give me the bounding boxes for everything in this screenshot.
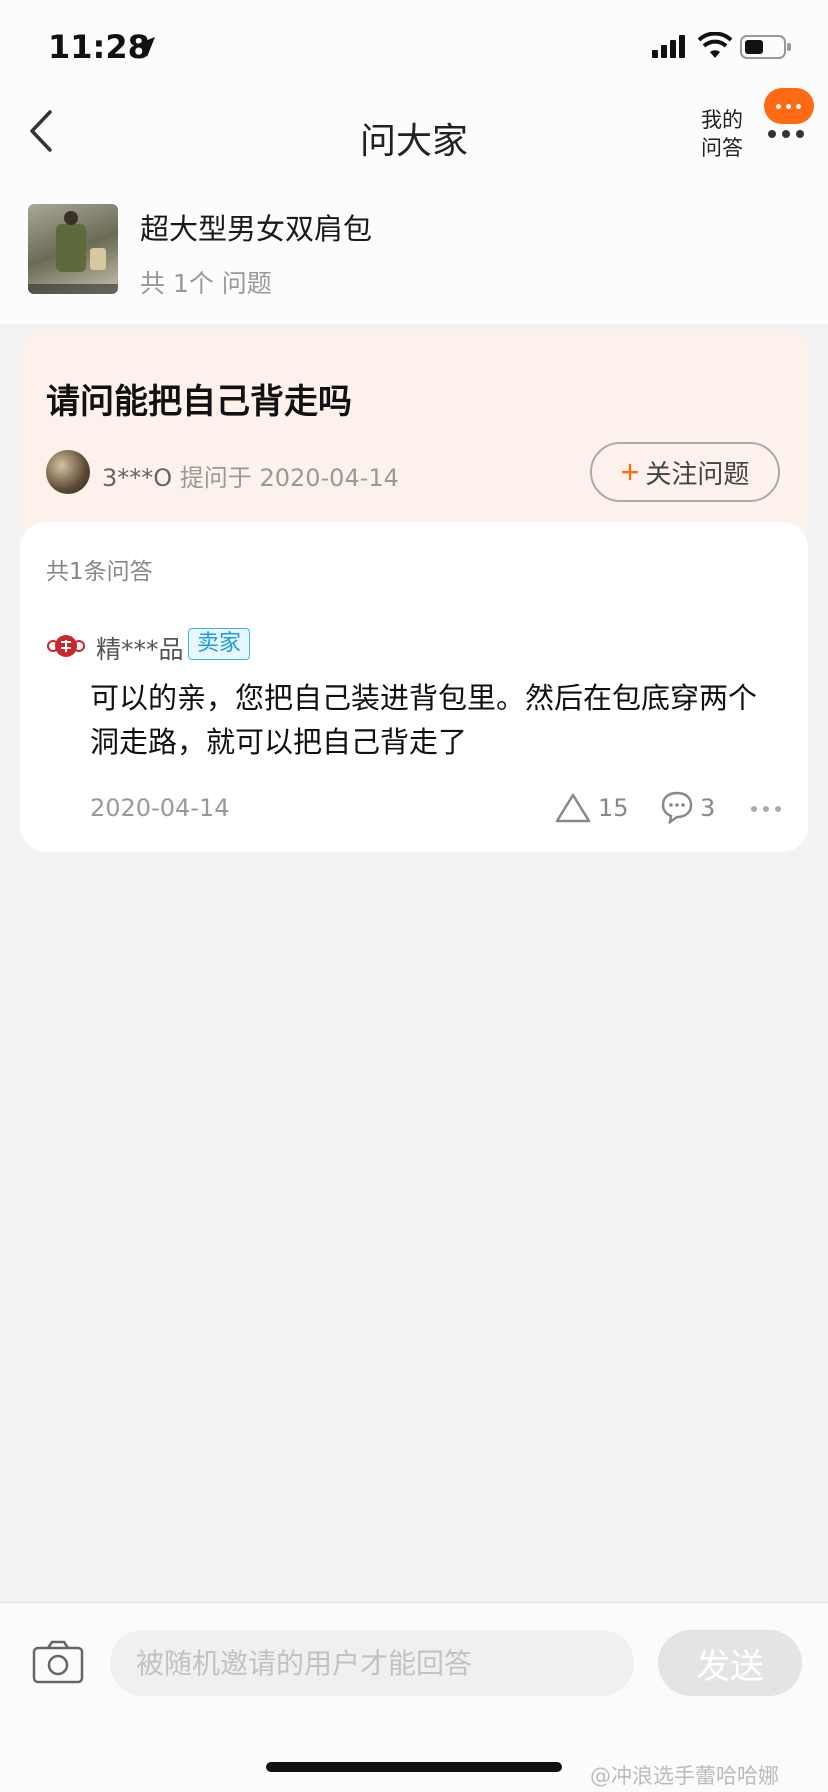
asker-name: 3***O: [102, 464, 173, 492]
camera-icon[interactable]: [32, 1640, 84, 1684]
seller-badge: 卖家: [188, 628, 250, 660]
watermark: @冲浪选手蕾哈哈娜: [590, 1764, 779, 1788]
question-title: 请问能把自己背走吗: [46, 382, 352, 422]
answer-text: 可以的亲，您把自己装进背包里。然后在包底穿两个洞走路，就可以把自己背走了: [90, 681, 758, 759]
asked-date: 提问于 2020-04-14: [179, 464, 399, 492]
answer-count: 共1条问答: [46, 559, 153, 585]
comment-icon[interactable]: [660, 790, 694, 824]
product-thumbnail[interactable]: [28, 204, 118, 294]
follow-label: 关注问题: [645, 458, 750, 489]
follow-question-button[interactable]: + 关注问题: [590, 442, 780, 502]
location-arrow-icon: [135, 37, 155, 57]
product-title: 超大型男女双肩包: [140, 212, 373, 246]
more-options-icon[interactable]: [766, 128, 806, 140]
answer-author: 精***品: [96, 635, 184, 664]
my-qa-link[interactable]: 我的问答: [696, 106, 748, 162]
message-bubble-icon[interactable]: [764, 88, 814, 124]
send-button[interactable]: 发送: [658, 1630, 802, 1696]
wifi-icon: [698, 32, 732, 58]
seller-logo-icon: [47, 635, 85, 657]
plus-icon: +: [620, 454, 640, 490]
question-count: 共 1个 问题: [140, 269, 272, 298]
answer-input[interactable]: [110, 1630, 634, 1696]
like-count: 15: [598, 794, 629, 822]
cellular-signal-icon: [652, 35, 685, 58]
asker-info: 3***O 提问于 2020-04-14: [102, 458, 399, 493]
question-card: [20, 330, 808, 550]
comment-count: 3: [700, 794, 716, 822]
home-indicator[interactable]: [266, 1762, 562, 1772]
battery-icon: [740, 35, 791, 59]
upvote-triangle-icon[interactable]: [554, 792, 592, 824]
asker-avatar: [46, 450, 90, 494]
answer-date: 2020-04-14: [90, 794, 230, 822]
answer-more-icon[interactable]: [750, 804, 782, 814]
